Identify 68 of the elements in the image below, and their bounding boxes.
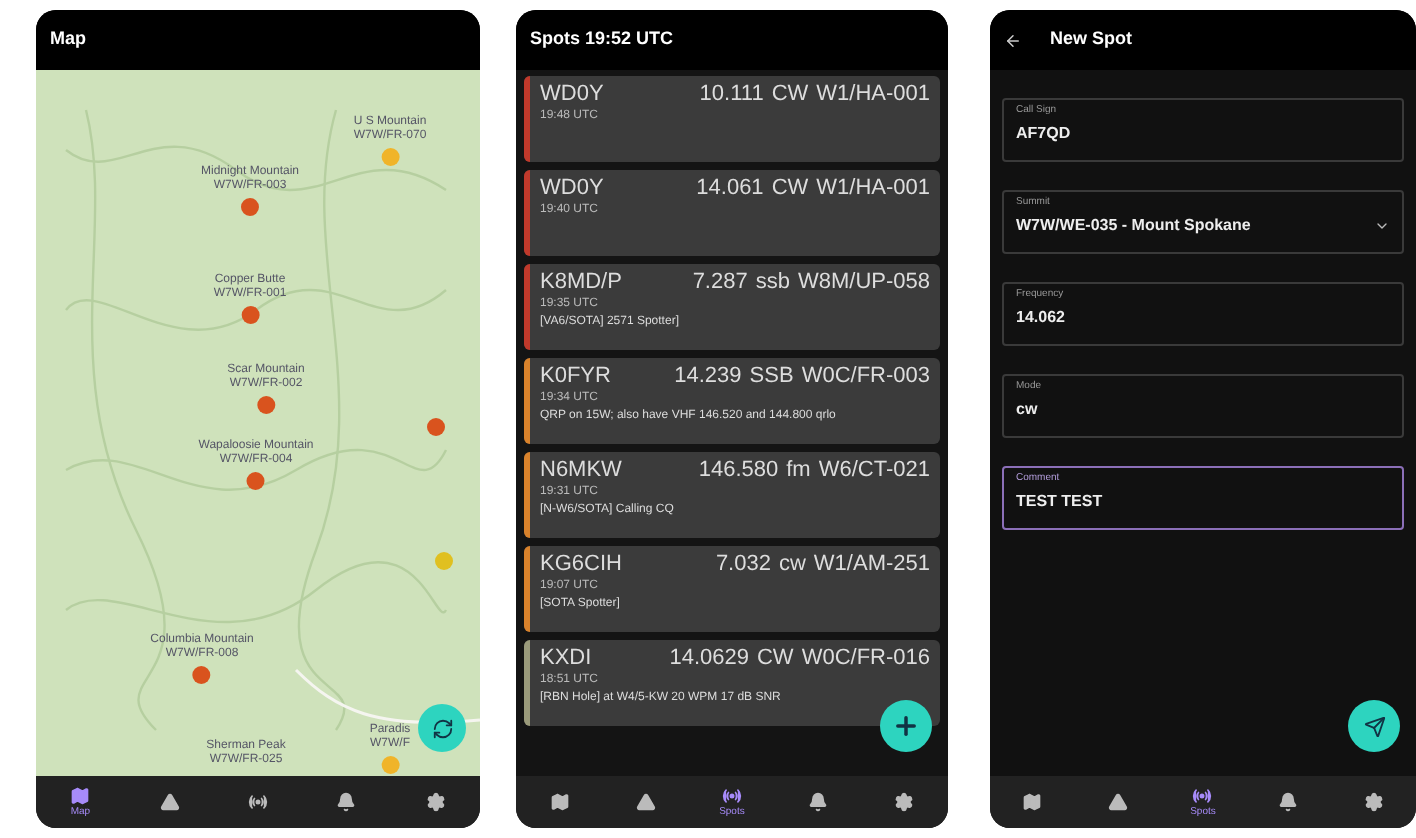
- mode: ssb: [755, 268, 790, 296]
- summit-marker[interactable]: [241, 198, 259, 216]
- map-icon: [1022, 792, 1043, 812]
- summit-ref: W0C/FR-003: [801, 362, 930, 390]
- field-value: AF7QD: [1016, 124, 1071, 144]
- mountain-icon: [1107, 792, 1128, 812]
- mode: CW: [771, 80, 809, 108]
- frequency: 14.061: [696, 174, 764, 202]
- field-value: cw: [1016, 400, 1038, 420]
- bell-icon: [336, 792, 357, 812]
- frequency: 14.239: [674, 362, 742, 390]
- summit-marker[interactable]: [193, 666, 211, 684]
- summit-ref: W8M/UP-058: [797, 268, 930, 296]
- summit-ref: W0C/FR-016: [801, 644, 930, 672]
- summit-marker[interactable]: [381, 148, 399, 166]
- settings-icon: [425, 792, 446, 812]
- callsign: N6MKW: [540, 456, 622, 484]
- mode: CW: [771, 174, 809, 202]
- send-button[interactable]: [1348, 700, 1400, 752]
- screen-title: Map: [50, 26, 86, 53]
- summit-ref: W1/AM-251: [813, 550, 930, 578]
- field-value: TEST TEST: [1016, 492, 1103, 512]
- screen-title: Spots 19:52 UTC: [530, 26, 674, 53]
- caret-icon: [1374, 218, 1390, 234]
- mode: cw: [778, 550, 806, 578]
- summit-marker[interactable]: [381, 756, 399, 774]
- bell-icon: [1278, 792, 1299, 812]
- field-value: 14.062: [1016, 308, 1065, 328]
- back-icon[interactable]: [1004, 31, 1022, 49]
- callsign: K8MD/P: [540, 268, 622, 296]
- refresh-button[interactable]: [418, 704, 466, 752]
- frequency: 14.0629: [669, 644, 749, 672]
- send-icon: [1363, 715, 1385, 737]
- map-icon: [70, 786, 91, 806]
- summit-marker[interactable]: [435, 552, 453, 570]
- radio-icon: [1192, 786, 1213, 806]
- mountain-icon: [159, 792, 180, 812]
- radio-icon: [247, 792, 268, 812]
- summit-marker[interactable]: [427, 418, 445, 436]
- frequency: 7.032: [715, 550, 771, 578]
- summit-ref: W1/HA-001: [816, 80, 930, 108]
- frequency: 7.287: [692, 268, 748, 296]
- plus-icon: [892, 712, 920, 740]
- map-icon: [549, 792, 570, 812]
- callsign: WD0Y: [540, 174, 604, 202]
- callsign: K0FYR: [540, 362, 611, 390]
- summit-marker[interactable]: [247, 472, 265, 490]
- frequency: 10.111: [699, 80, 764, 108]
- add-spot-button[interactable]: [880, 700, 932, 752]
- settings-icon: [894, 792, 915, 812]
- callsign: WD0Y: [540, 80, 604, 108]
- mode: fm: [786, 456, 811, 484]
- radio-icon: [721, 786, 742, 806]
- summit-marker[interactable]: [257, 396, 275, 414]
- callsign: KG6CIH: [540, 550, 622, 578]
- mode: SSB: [749, 362, 794, 390]
- mode: CW: [756, 644, 794, 672]
- summit-ref: W6/CT-021: [818, 456, 930, 484]
- summit-ref: W1/HA-001: [816, 174, 930, 202]
- callsign: KXDI: [540, 644, 592, 672]
- frequency: 146.580: [698, 456, 779, 484]
- summit-marker[interactable]: [241, 306, 259, 324]
- screen-title: New Spot: [1050, 26, 1133, 53]
- field-value: W7W/WE-035 - Mount Spokane: [1016, 216, 1251, 236]
- bell-icon: [808, 792, 829, 812]
- refresh-icon: [431, 717, 453, 739]
- mountain-icon: [635, 792, 656, 812]
- settings-icon: [1363, 792, 1384, 812]
